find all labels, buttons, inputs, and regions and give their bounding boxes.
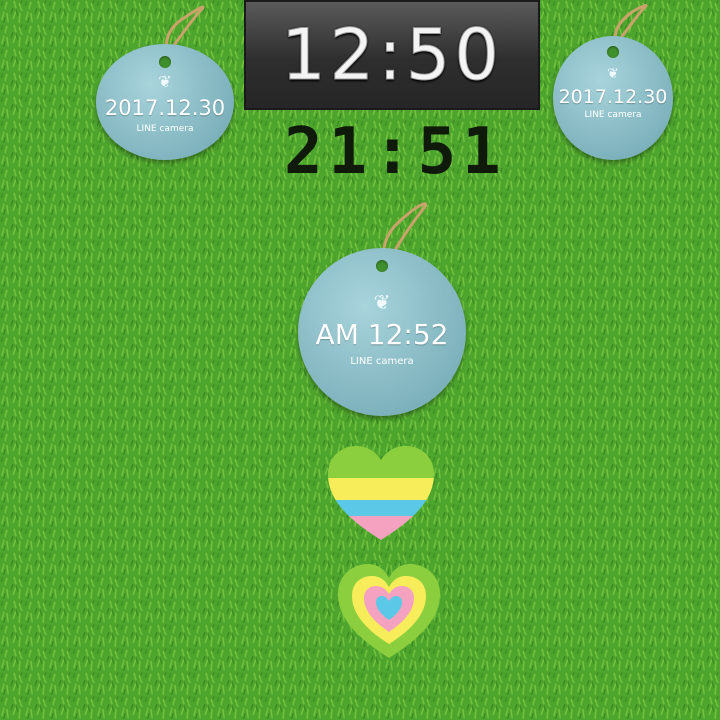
- tag-right-brand: LINE camera: [584, 110, 642, 120]
- ornament-icon: ❦: [158, 72, 172, 91]
- layered-heart-icon[interactable]: [336, 562, 442, 660]
- digital-clock-time[interactable]: 21:51: [284, 116, 501, 188]
- time-tag-center[interactable]: ❦ AM 12:52 LINE camera: [298, 248, 466, 416]
- tag-left-date: 2017.12.30: [104, 96, 226, 120]
- tag-right-date: 2017.12.30: [558, 86, 668, 108]
- tag-center-brand: LINE camera: [350, 356, 414, 367]
- tag-center-time: AM 12:52: [315, 318, 449, 351]
- date-tag-left[interactable]: ❦ 2017.12.30 LINE camera: [96, 44, 234, 160]
- ornament-icon: ❦: [373, 290, 391, 314]
- striped-heart-icon[interactable]: [326, 444, 436, 542]
- ornament-icon: ❦: [607, 66, 619, 82]
- date-tag-right[interactable]: ❦ 2017.12.30 LINE camera: [553, 36, 673, 160]
- tag-left-brand: LINE camera: [136, 124, 194, 134]
- top-clock-widget[interactable]: 12:50: [244, 0, 540, 110]
- top-clock-time: 12:50: [281, 14, 503, 97]
